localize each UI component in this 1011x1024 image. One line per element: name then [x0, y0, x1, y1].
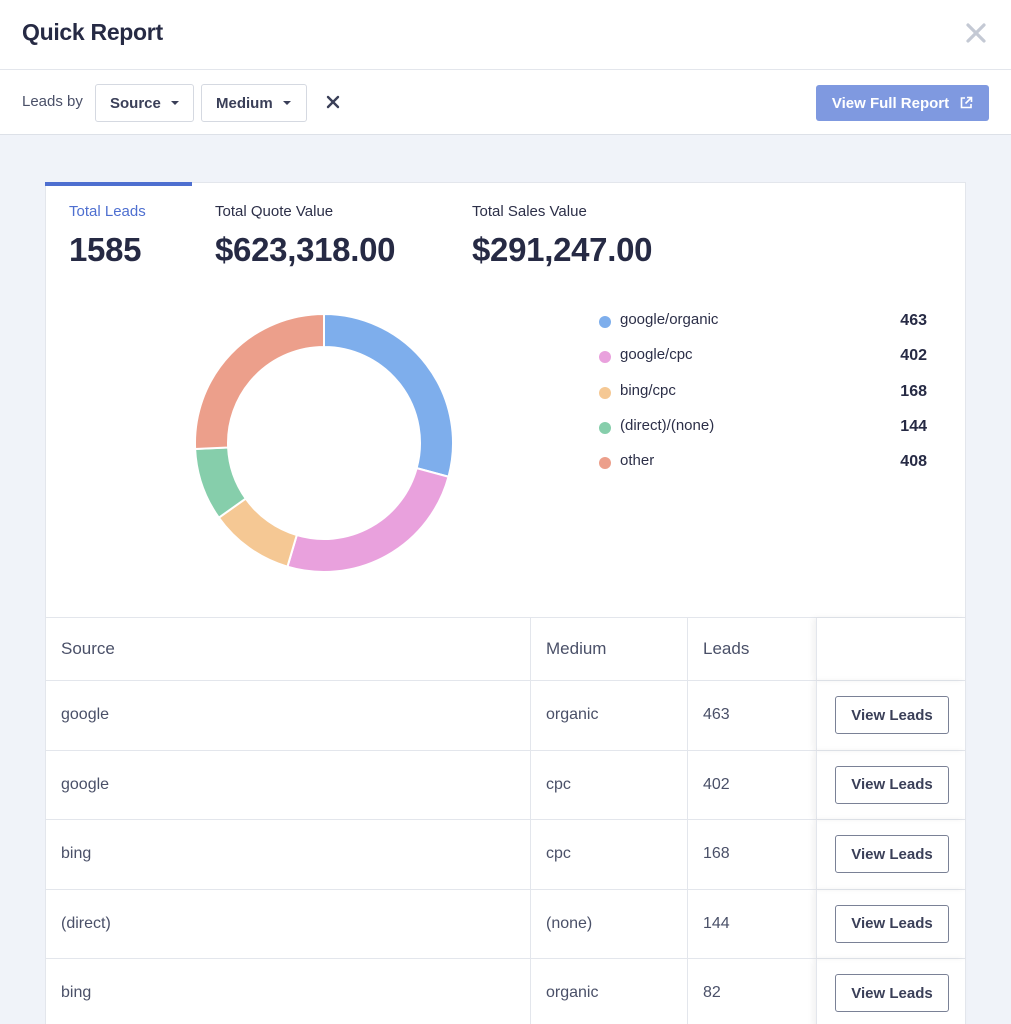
legend-item: (direct)/(none) 144: [597, 417, 927, 452]
view-leads-button[interactable]: View Leads: [835, 904, 949, 943]
medium-dropdown[interactable]: Medium: [201, 84, 307, 122]
view-leads-button[interactable]: View Leads: [835, 696, 949, 734]
legend-count: 402: [900, 347, 927, 365]
legend-item: google/cpc 402: [597, 346, 927, 381]
cell-leads: 82: [703, 984, 721, 1002]
table-row: bing cpc 168 View Leads: [45, 819, 966, 889]
legend-count: 408: [900, 453, 927, 471]
stat-total-quote-value[interactable]: Total Quote Value $623,318.00: [215, 203, 396, 269]
cell-source: google: [61, 775, 110, 793]
legend-swatch: [599, 421, 611, 434]
report-card: Total Leads 1585 Total Quote Value $623,…: [45, 182, 966, 1024]
column-divider: [530, 889, 531, 958]
view-leads-button[interactable]: View Leads: [835, 835, 949, 873]
column-divider: [687, 959, 688, 1024]
column-divider: [530, 618, 531, 680]
legend-swatch: [599, 316, 611, 328]
legend-swatch: [599, 457, 611, 470]
legend-item: bing/cpc 168: [597, 382, 927, 417]
stat-label: Total Leads: [69, 203, 146, 220]
cell-medium: organic: [546, 706, 599, 724]
external-link-icon: [960, 96, 973, 109]
source-dropdown-label: Source: [110, 94, 161, 112]
legend-swatch: [599, 351, 611, 364]
source-dropdown[interactable]: Source: [95, 84, 194, 122]
cell-leads: 144: [703, 914, 730, 932]
column-divider: [687, 889, 688, 958]
legend-count: 463: [900, 312, 927, 329]
cell-medium: (none): [546, 914, 593, 932]
column-header-medium: Medium: [546, 639, 607, 658]
chevron-down-icon: [170, 101, 179, 105]
modal-header: Quick Report: [0, 0, 1011, 70]
column-divider: [530, 750, 531, 819]
cell-leads: 463: [703, 706, 730, 724]
legend-count: 168: [900, 382, 927, 400]
table-body: google organic 463 View Leads google cpc 402 Vi…: [45, 680, 966, 1024]
column-divider: [530, 959, 531, 1024]
table-row: google cpc 402 View Leads: [45, 749, 966, 819]
filter-toolbar: Leads by Source Medium View Full Report: [0, 70, 1011, 135]
column-divider: [687, 820, 688, 889]
actions-column: [816, 618, 966, 680]
chevron-down-icon: [282, 101, 291, 105]
leads-table: Source Medium Leads google organic 463 View…: [45, 617, 966, 1024]
cell-leads: 168: [703, 845, 730, 863]
donut-slice-google-organic[interactable]: [323, 313, 454, 478]
column-divider: [530, 820, 531, 889]
cell-medium: cpc: [546, 845, 571, 863]
stat-value: 1585: [69, 231, 142, 268]
chart-legend: google/organic 463 google/cpc 402 bing/cpc 16…: [597, 311, 927, 487]
legend-swatch: [599, 386, 611, 399]
legend-item: google/organic 463: [597, 311, 927, 346]
stat-label: Total Quote Value: [215, 203, 334, 220]
legend-count: 144: [900, 417, 927, 435]
legend-label: (direct)/(none): [620, 416, 715, 434]
legend-label: bing/cpc: [620, 381, 676, 399]
stat-total-sales-value[interactable]: Total Sales Value $291,247.00: [472, 203, 653, 269]
column-divider: [687, 681, 688, 750]
legend-label: other: [620, 452, 655, 470]
table-header: Source Medium Leads: [45, 617, 966, 680]
stat-label: Total Sales Value: [472, 203, 587, 220]
column-header-source: Source: [61, 639, 115, 658]
clear-filter-icon[interactable]: [324, 93, 342, 111]
view-full-report-button[interactable]: View Full Report: [816, 85, 989, 121]
cell-source: (direct): [61, 914, 111, 932]
table-row: google organic 463 View Leads: [45, 680, 966, 750]
legend-label: google/cpc: [620, 346, 693, 364]
leads-by-label: Leads by: [22, 93, 83, 110]
cell-medium: organic: [546, 984, 599, 1002]
cell-leads: 402: [703, 775, 730, 793]
column-divider: [687, 618, 688, 680]
column-divider: [687, 750, 688, 819]
legend-label: google/organic: [620, 311, 719, 328]
cell-source: bing: [61, 984, 92, 1002]
column-divider: [530, 681, 531, 750]
stat-value: $291,247.00: [472, 231, 653, 268]
cell-medium: cpc: [546, 775, 571, 793]
table-row: bing organic 82 View Leads: [45, 958, 966, 1024]
table-row: (direct) (none) 144 View Leads: [45, 888, 966, 958]
view-leads-button[interactable]: View Leads: [835, 765, 949, 804]
stat-value: $623,318.00: [215, 231, 396, 268]
stat-total-leads[interactable]: Total Leads 1585: [69, 203, 146, 269]
medium-dropdown-label: Medium: [216, 94, 273, 112]
view-leads-button[interactable]: View Leads: [835, 974, 949, 1012]
donut-slice-other[interactable]: [194, 313, 325, 451]
column-header-leads: Leads: [703, 639, 750, 658]
active-tab-indicator: [45, 182, 192, 186]
view-full-report-label: View Full Report: [831, 94, 950, 112]
leads-donut-chart: [194, 313, 454, 573]
page-title: Quick Report: [22, 19, 163, 45]
cell-source: google: [61, 706, 110, 724]
close-icon[interactable]: [962, 19, 990, 47]
donut-slice-google-cpc[interactable]: [286, 466, 450, 573]
legend-item: other 408: [597, 452, 927, 487]
cell-source: bing: [61, 845, 92, 863]
